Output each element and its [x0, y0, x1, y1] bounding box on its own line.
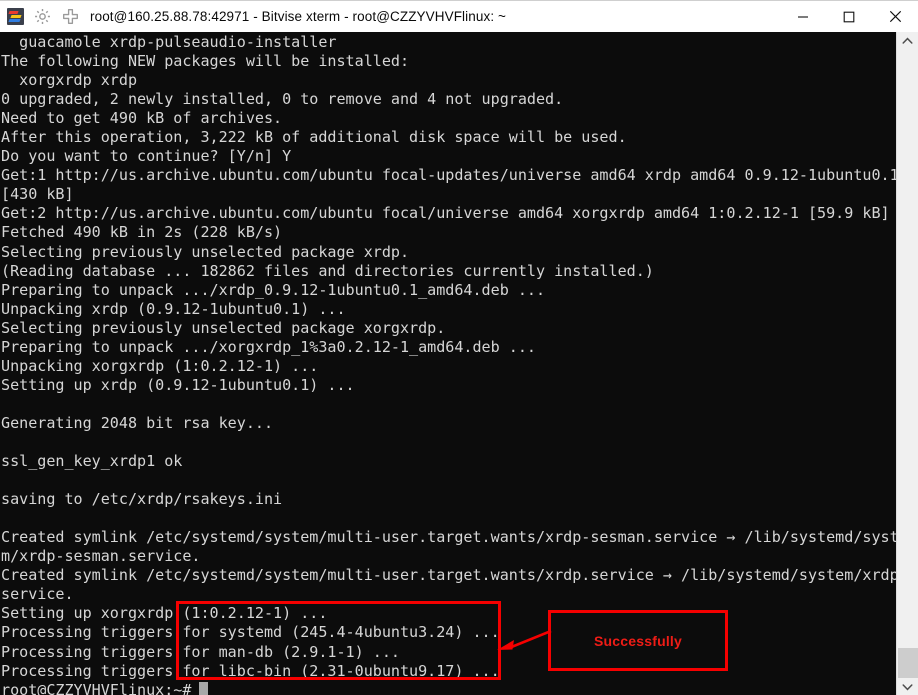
logo-stripe-red: [8, 11, 19, 14]
maximize-button[interactable]: [826, 1, 872, 32]
title-bar: root@160.25.88.78:42971 - Bitvise xterm …: [0, 1, 918, 32]
terminal-line: service.: [1, 585, 74, 604]
terminal-line: saving to /etc/xrdp/rsakeys.ini: [1, 490, 283, 509]
scroll-up-button[interactable]: [897, 32, 918, 50]
terminal-line: Get:2 http://us.archive.ubuntu.com/ubunt…: [1, 204, 890, 223]
scrollbar-thumb[interactable]: [898, 648, 918, 679]
terminal-line: Need to get 490 kB of archives.: [1, 109, 283, 128]
terminal-line: Preparing to unpack .../xrdp_0.9.12-1ubu…: [1, 280, 546, 299]
successfully-callout-box: Successfully: [548, 610, 728, 671]
minimize-icon: [798, 15, 808, 18]
terminal-line: Generating 2048 bit rsa key...: [1, 413, 274, 432]
terminal-line: Created symlink /etc/systemd/system/mult…: [1, 566, 896, 585]
terminal-prompt-line: root@CZZYVHVFlinux:~#: [0, 681, 896, 695]
gear-icon[interactable]: [33, 7, 52, 26]
logo-stripe-yellow: [10, 15, 22, 18]
successfully-label: Successfully: [594, 632, 682, 649]
terminal-line: The following NEW packages will be insta…: [1, 52, 410, 71]
terminal-window: root@160.25.88.78:42971 - Bitvise xterm …: [0, 0, 918, 695]
bitvise-logo-icon: [7, 8, 24, 25]
terminal-line: Get:1 http://us.archive.ubuntu.com/ubunt…: [1, 166, 896, 185]
shell-prompt: root@CZZYVHVFlinux:~#: [1, 680, 192, 695]
terminal-line: Setting up xrdp (0.9.12-1ubuntu0.1) ...: [1, 375, 355, 394]
terminal-line: Selecting previously unselected package …: [1, 318, 446, 337]
close-button[interactable]: [872, 1, 918, 32]
plus-icon[interactable]: [61, 7, 80, 26]
terminal-line: Fetched 490 kB in 2s (228 kB/s): [1, 223, 283, 242]
terminal-text-buffer: guacamole xrdp-pulseaudio-installer The f…: [0, 33, 896, 695]
scrollbar-track[interactable]: [897, 50, 918, 678]
terminal-line: (Reading database ... 182862 files and d…: [1, 261, 654, 280]
window-controls: [780, 1, 918, 32]
maximize-icon: [843, 11, 855, 22]
text-cursor: [199, 681, 209, 695]
scroll-up-icon: [902, 37, 913, 44]
terminal-line: Unpacking xrdp (0.9.12-1ubuntu0.1) ...: [1, 299, 346, 318]
window-title: root@160.25.88.78:42971 - Bitvise xterm …: [90, 9, 507, 24]
terminal-line: 0 upgraded, 2 newly installed, 0 to remo…: [1, 90, 564, 109]
minimize-button[interactable]: [780, 1, 826, 32]
terminal-line: xorgxrdp xrdp: [1, 71, 138, 90]
terminal-line: Do you want to continue? [Y/n] Y: [1, 147, 292, 166]
terminal-line: ssl_gen_key_xrdp1 ok: [1, 452, 183, 471]
terminal-line: Processing triggers for libc-bin (2.31-0…: [1, 661, 500, 680]
titlebar-icon-group: [0, 7, 80, 26]
terminal-line: Processing triggers for man-db (2.9.1-1)…: [1, 642, 400, 661]
terminal-output-area[interactable]: guacamole xrdp-pulseaudio-installer The f…: [0, 32, 896, 695]
terminal-line: Selecting previously unselected package …: [1, 242, 410, 261]
terminal-line: Preparing to unpack .../xorgxrdp_1%3a0.2…: [1, 337, 536, 356]
close-icon: [889, 10, 901, 23]
scroll-down-icon: [902, 684, 913, 691]
terminal-line: [430 kB]: [1, 185, 74, 204]
vertical-scrollbar[interactable]: [896, 32, 918, 695]
terminal-line: Setting up xorgxrdp (1:0.2.12-1) ...: [1, 604, 328, 623]
terminal-line: Unpacking xorgxrdp (1:0.2.12-1) ...: [1, 356, 319, 375]
terminal-line: After this operation, 3,222 kB of additi…: [1, 128, 627, 147]
scroll-down-button[interactable]: [897, 678, 918, 695]
terminal-line: Created symlink /etc/systemd/system/mult…: [1, 528, 896, 547]
terminal-line: m/xrdp-sesman.service.: [1, 547, 201, 566]
terminal-line: guacamole xrdp-pulseaudio-installer: [1, 33, 337, 51]
terminal-line: Processing triggers for systemd (245.4-4…: [1, 623, 500, 642]
logo-stripe-blue: [8, 19, 21, 22]
